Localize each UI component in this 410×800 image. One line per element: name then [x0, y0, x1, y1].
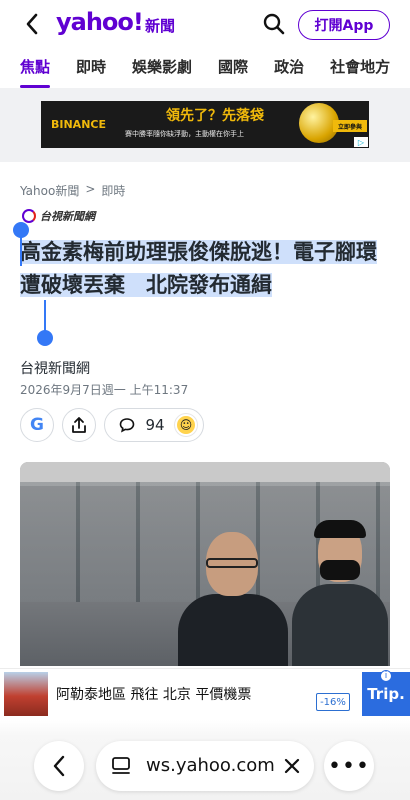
ad-choices-icon[interactable]: ▷ — [354, 137, 368, 147]
share-button[interactable] — [62, 408, 96, 442]
page-menu-icon[interactable] — [110, 755, 132, 777]
article-headline[interactable]: 高金素梅前助理張俊傑脫逃！電子腳環遭破壞丟棄 北院發布通緝 — [20, 236, 392, 302]
photo-person-right — [288, 520, 388, 666]
tab-politics[interactable]: 政治 — [274, 48, 304, 88]
reaction-emoji-icon: ☺ — [175, 414, 197, 436]
article-actions: G 94 ☺ — [20, 408, 204, 442]
logo-subtitle: 新聞 — [145, 17, 176, 35]
source-logo[interactable]: 台視新聞網 — [22, 208, 95, 224]
headline-container: 高金素梅前助理張俊傑脫逃！電子腳環遭破壞丟棄 北院發布通緝 — [20, 236, 392, 302]
top-ad-area: BINANCE 領先了？先落袋 賽中勝率隨你缺浮動，主動權在你手上 立即參與 ▷ — [0, 88, 410, 162]
photo-person-left — [178, 532, 288, 666]
close-icon[interactable] — [284, 758, 300, 774]
app-header: yahoo! 新聞 打開App — [0, 0, 410, 48]
comment-icon — [119, 418, 135, 433]
source-logo-text: 台視新聞網 — [40, 210, 95, 223]
breadcrumb-home[interactable]: Yahoo新聞 — [20, 182, 79, 199]
breadcrumb: Yahoo新聞 > 即時 — [20, 182, 125, 199]
url-text: ws.yahoo.com — [146, 755, 275, 776]
browser-back-button[interactable] — [34, 741, 84, 791]
ad-cta-button[interactable]: 立即參與 — [333, 120, 367, 132]
binance-logo: BINANCE — [51, 118, 106, 131]
tab-society[interactable]: 社會地方 — [330, 48, 390, 88]
address-bar[interactable]: ws.yahoo.com — [96, 741, 314, 791]
comment-count: 94 — [145, 416, 165, 434]
selected-text: 高金素梅前助理張俊傑脫逃！電子腳環遭破壞丟棄 北院發布通緝 — [20, 240, 377, 297]
open-app-button[interactable]: 打開App — [298, 10, 390, 40]
google-icon: G — [30, 415, 44, 435]
binance-ad-banner[interactable]: BINANCE 領先了？先落袋 賽中勝率隨你缺浮動，主動權在你手上 立即參與 ▷ — [41, 101, 369, 148]
search-button[interactable] — [262, 12, 286, 36]
tab-international[interactable]: 國際 — [218, 48, 248, 88]
google-share-button[interactable]: G — [20, 408, 54, 442]
ad-title: 領先了？先落袋 — [166, 108, 264, 124]
more-dots-icon: ••• — [328, 753, 370, 779]
tab-realtime[interactable]: 即時 — [76, 48, 106, 88]
discount-badge: -16% — [316, 693, 350, 711]
selection-start-bar — [20, 232, 22, 266]
category-tabs: 焦點 即時 娛樂影劇 國際 政治 社會地方 — [0, 48, 410, 88]
ad-subtitle: 賽中勝率隨你缺浮動，主動權在你手上 — [125, 130, 244, 138]
bottom-ad-text: 阿勒泰地區 飛往 北京 平價機票 — [56, 687, 252, 703]
back-button[interactable] — [18, 10, 46, 38]
breadcrumb-section[interactable]: 即時 — [101, 182, 125, 199]
chevron-left-icon — [26, 13, 38, 35]
article-author[interactable]: 台視新聞網 — [20, 358, 90, 378]
chevron-left-icon — [53, 755, 65, 777]
comments-button[interactable]: 94 ☺ — [104, 408, 204, 442]
selection-end-bar — [44, 300, 46, 334]
breadcrumb-separator: > — [85, 182, 96, 196]
ad-thumbnail — [4, 672, 48, 716]
search-icon — [263, 13, 285, 35]
ttv-logo-icon — [22, 209, 36, 223]
selection-end-handle[interactable] — [37, 330, 53, 346]
tab-entertainment[interactable]: 娛樂影劇 — [132, 48, 192, 88]
share-icon — [72, 417, 86, 433]
ad-info-icon[interactable]: i — [380, 670, 392, 682]
article-photo[interactable] — [20, 462, 390, 666]
bottom-ad-banner[interactable]: 阿勒泰地區 飛往 北京 平價機票 -16% Trip. i — [0, 668, 410, 720]
more-options-button[interactable]: ••• — [324, 741, 374, 791]
article-date: 2026年9月7日週一 上午11:37 — [20, 383, 189, 397]
tab-focus[interactable]: 焦點 — [20, 48, 51, 88]
browser-toolbar: ws.yahoo.com ••• — [0, 720, 410, 800]
yahoo-logo[interactable]: yahoo! — [56, 8, 144, 36]
